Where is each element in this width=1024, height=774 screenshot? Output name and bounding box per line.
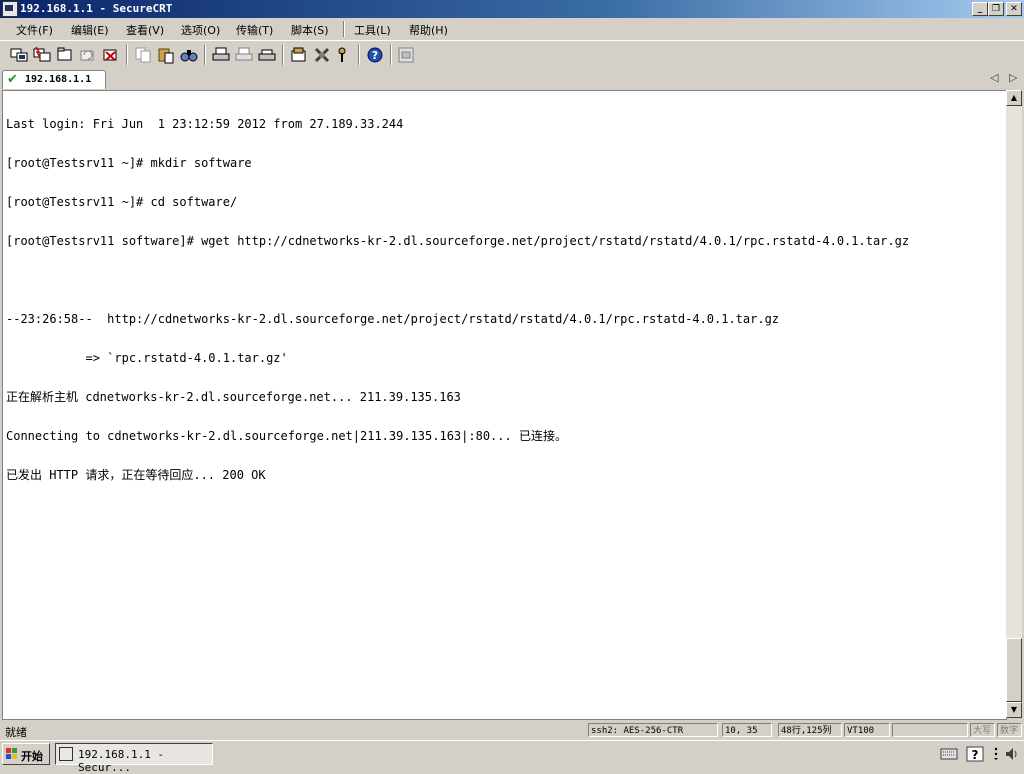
help-icon[interactable]: ? [366, 46, 384, 64]
keymap-icon[interactable] [336, 46, 354, 64]
securecrt-app-icon[interactable] [2, 1, 18, 17]
scroll-up-arrow-icon[interactable]: ▲ [1006, 90, 1022, 106]
volume-icon[interactable] [1004, 746, 1020, 762]
terminal-scrollbar[interactable]: ▲ ▼ [1006, 90, 1022, 718]
status-terminal-size: 48行,125列 [778, 723, 842, 737]
help-tray-icon[interactable]: ? [966, 746, 984, 762]
print-setup-icon[interactable] [258, 46, 276, 64]
windows-logo-icon [6, 748, 17, 759]
menu-view[interactable]: 查看(V) [126, 22, 164, 38]
log-icon[interactable] [397, 46, 415, 64]
toolbar-separator [126, 45, 128, 65]
status-empty-field [892, 723, 968, 737]
terminal-output[interactable]: Last login: Fri Jun 1 23:12:59 2012 from… [2, 90, 1007, 720]
connect-in-tab-icon[interactable] [56, 46, 74, 64]
toolbar-separator [358, 45, 360, 65]
status-emulation: VT100 [844, 723, 890, 737]
menu-file[interactable]: 文件(F) [16, 22, 53, 38]
tab-session-192-168-1-1[interactable]: ✔ 192.168.1.1 [2, 70, 106, 89]
menu-transfer[interactable]: 传输(T) [236, 22, 273, 38]
title-bar: 192.168.1.1 - SecureCRT _ ❐ ✕ [0, 0, 1024, 18]
terminal-line: [root@Testsrv11 ~]# cd software/ [6, 195, 238, 209]
minimize-button[interactable]: _ [972, 2, 988, 16]
terminal-text: Last login: Fri Jun 1 23:12:59 2012 from… [6, 92, 909, 508]
menu-options[interactable]: 选项(O) [181, 22, 220, 38]
tray-options-icon[interactable] [992, 746, 1000, 762]
disconnect-icon[interactable] [102, 46, 120, 64]
menu-help[interactable]: 帮助(H) [409, 22, 448, 38]
global-options-icon[interactable] [313, 46, 331, 64]
toolbar-separator [282, 45, 284, 65]
menu-bar: 文件(F) 编辑(E) 查看(V) 选项(O) 传输(T) 脚本(S) 工具(L… [0, 18, 1024, 40]
terminal-line: 正在解析主机 cdnetworks-kr-2.dl.sourceforge.ne… [6, 390, 461, 404]
terminal-line: => `rpc.rstatd-4.0.1.tar.gz' [6, 351, 288, 365]
paste-icon[interactable] [157, 46, 175, 64]
start-button[interactable]: 开始 [2, 743, 50, 765]
toolbar: ? [0, 40, 1024, 70]
menu-separator [343, 21, 345, 37]
print-icon[interactable] [212, 46, 230, 64]
status-caps-lock: 大写 [970, 723, 995, 737]
print-selection-icon[interactable] [235, 46, 253, 64]
svg-text:?: ? [972, 748, 979, 762]
toolbar-separator [204, 45, 206, 65]
scroll-down-arrow-icon[interactable]: ▼ [1006, 702, 1022, 718]
terminal-line: --23:26:58-- http://cdnetworks-kr-2.dl.s… [6, 312, 780, 326]
restore-button[interactable]: ❐ [988, 2, 1004, 16]
terminal-line: [root@Testsrv11 ~]# mkdir software [6, 156, 252, 170]
windows-taskbar: 开始 192.168.1.1 - Secur... ? [0, 740, 1024, 774]
taskbar-task-label: 192.168.1.1 - Secur... [78, 748, 165, 774]
window-title: 192.168.1.1 - SecureCRT [20, 2, 173, 15]
tab-scroll-left-icon[interactable]: ◁ [990, 71, 998, 84]
status-ready-text: 就绪 [5, 726, 27, 739]
status-cipher: ssh2: AES-256-CTR [588, 723, 718, 737]
status-num-lock: 数字 [997, 723, 1022, 737]
find-icon[interactable] [180, 46, 198, 64]
session-options-icon[interactable] [290, 46, 308, 64]
terminal-line: Connecting to cdnetworks-kr-2.dl.sourcef… [6, 429, 567, 443]
status-cursor-position: 10, 35 [722, 723, 772, 737]
quick-connect-icon[interactable] [33, 46, 51, 64]
keyboard-icon[interactable] [940, 746, 958, 762]
svg-text:?: ? [372, 49, 378, 62]
securecrt-task-icon [59, 747, 73, 761]
toolbar-separator [390, 45, 392, 65]
close-button[interactable]: ✕ [1006, 2, 1022, 16]
menu-edit[interactable]: 编辑(E) [71, 22, 109, 38]
status-bar: 就绪 ssh2: AES-256-CTR 10, 35 48行,125列 VT1… [0, 720, 1024, 740]
terminal-line: [root@Testsrv11 software]# wget http://c… [6, 234, 910, 248]
connect-icon[interactable] [10, 46, 28, 64]
reconnect-icon[interactable] [79, 46, 97, 64]
tab-label: 192.168.1.1 [25, 74, 92, 85]
terminal-line: 已发出 HTTP 请求，正在等待回应... 200 OK [6, 468, 266, 482]
copy-icon[interactable] [134, 46, 152, 64]
connected-check-icon: ✔ [7, 72, 18, 87]
session-tab-bar: ✔ 192.168.1.1 ◁ ▷ [0, 69, 1024, 89]
start-label: 开始 [21, 750, 43, 763]
taskbar-securecrt-button[interactable]: 192.168.1.1 - Secur... [55, 743, 213, 774]
tab-scroll-right-icon[interactable]: ▷ [1009, 71, 1017, 84]
scrollbar-thumb[interactable] [1006, 638, 1022, 702]
terminal-line: Last login: Fri Jun 1 23:12:59 2012 from… [6, 117, 404, 131]
menu-script[interactable]: 脚本(S) [291, 22, 329, 38]
menu-tools[interactable]: 工具(L) [354, 22, 391, 38]
